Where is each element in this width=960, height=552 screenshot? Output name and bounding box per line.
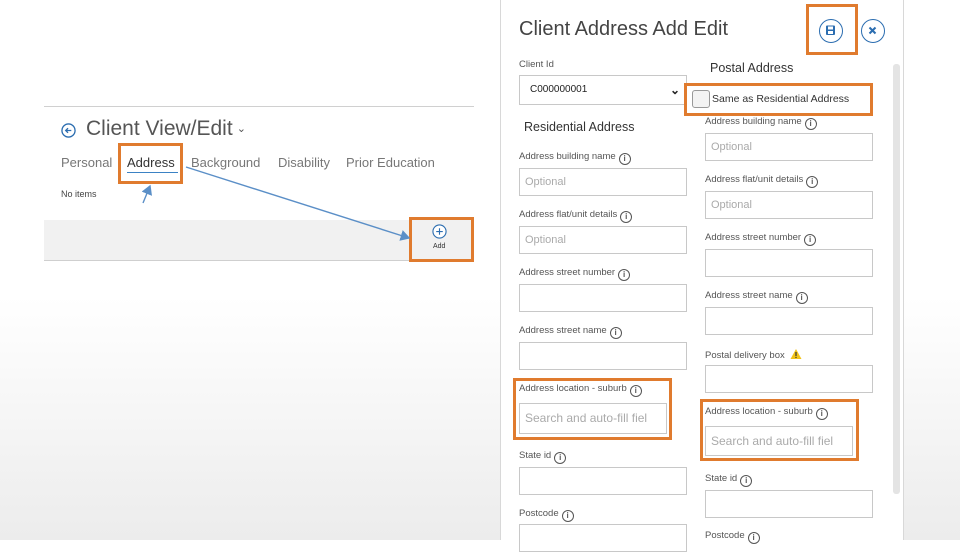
info-icon[interactable]: i [554, 452, 567, 464]
res-state-input[interactable] [519, 467, 687, 495]
res-street-number-input[interactable] [519, 284, 687, 312]
close-button[interactable] [861, 19, 885, 43]
postal-flat-label: Address flat/unit details i [705, 174, 819, 188]
res-flat-label: Address flat/unit details i [519, 209, 633, 223]
info-icon[interactable]: i [747, 532, 760, 544]
res-suburb-highlight [513, 378, 672, 440]
info-icon[interactable]: i [620, 211, 633, 223]
save-button-highlight [806, 4, 858, 55]
postal-flat-input[interactable]: Optional [705, 191, 873, 219]
postal-street-name-input[interactable] [705, 307, 873, 335]
residential-address-heading: Residential Address [524, 120, 635, 134]
chevron-down-icon: ⌄ [669, 83, 680, 97]
client-id-label: Client Id [519, 59, 554, 70]
postal-building-label: Address building name i [705, 116, 817, 130]
dialog-title: Client Address Add Edit [519, 18, 729, 40]
form-scrollbar[interactable] [893, 64, 900, 494]
postal-delivery-box-input[interactable] [705, 365, 873, 393]
close-icon [868, 26, 877, 35]
postal-building-input[interactable]: Optional [705, 133, 873, 161]
warning-icon[interactable] [790, 348, 802, 360]
pointer-arrow [185, 166, 411, 241]
res-street-name-label: Address street name i [519, 325, 622, 339]
res-state-label: State id i [519, 450, 567, 464]
res-building-input[interactable]: Optional [519, 168, 687, 196]
postal-suburb-highlight [700, 399, 859, 461]
res-street-name-input[interactable] [519, 342, 687, 370]
res-street-number-label: Address street number i [519, 267, 631, 281]
info-icon[interactable]: i [618, 269, 631, 281]
postal-street-number-input[interactable] [705, 249, 873, 277]
info-icon[interactable]: i [795, 292, 808, 304]
postal-state-label: State id i [705, 473, 753, 487]
res-postcode-label: Postcode i [519, 508, 574, 522]
res-flat-input[interactable]: Optional [519, 226, 687, 254]
same-as-residential-highlight [684, 83, 873, 116]
pointer-arrow [141, 184, 152, 204]
info-icon[interactable]: i [804, 118, 817, 130]
info-icon[interactable]: i [561, 510, 574, 522]
info-icon[interactable]: i [609, 327, 622, 339]
postal-street-number-label: Address street number i [705, 232, 817, 246]
res-building-label: Address building name i [519, 151, 631, 165]
postal-address-heading: Postal Address [710, 61, 794, 75]
postal-state-input[interactable] [705, 490, 873, 518]
info-icon[interactable]: i [804, 234, 817, 246]
client-id-select[interactable]: C000000001 ⌄ [519, 75, 687, 105]
postal-postcode-label: Postcode i [705, 530, 760, 544]
info-icon[interactable]: i [740, 475, 753, 487]
info-icon[interactable]: i [618, 153, 631, 165]
res-postcode-input[interactable] [519, 524, 687, 552]
info-icon[interactable]: i [806, 176, 819, 188]
postal-street-name-label: Address street name i [705, 290, 808, 304]
postal-delivery-box-label: Postal delivery box [705, 348, 802, 361]
